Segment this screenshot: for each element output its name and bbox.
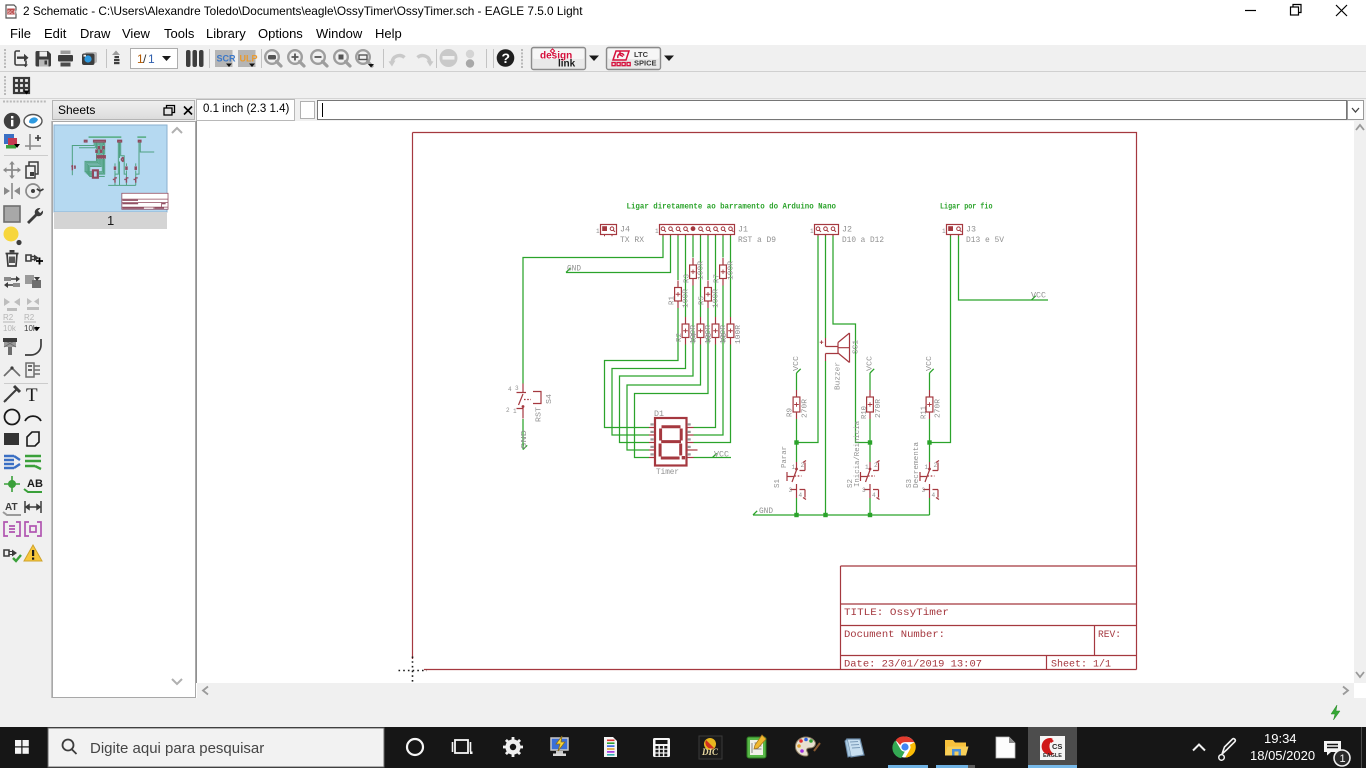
svg-text:100R: 100R bbox=[727, 260, 735, 280]
svg-text:D10 a D12: D10 a D12 bbox=[842, 236, 884, 245]
svg-text:ULP: ULP bbox=[240, 54, 258, 64]
svg-text:R2: R2 bbox=[3, 313, 14, 322]
svg-text:100R: 100R bbox=[735, 324, 743, 344]
svg-text:GND: GND bbox=[567, 265, 581, 274]
svg-text:RST: RST bbox=[536, 407, 544, 422]
svg-text:R2: R2 bbox=[676, 333, 684, 342]
svg-text:4: 4 bbox=[799, 492, 803, 499]
svg-text:VCC: VCC bbox=[867, 356, 875, 371]
svg-text:2: 2 bbox=[874, 462, 878, 469]
svg-text:RST a D9: RST a D9 bbox=[738, 236, 776, 245]
svg-text:R8: R8 bbox=[721, 333, 729, 342]
svg-text:SG1: SG1 bbox=[853, 340, 861, 354]
svg-text:D1: D1 bbox=[654, 410, 664, 419]
svg-text:SCR: SCR bbox=[217, 54, 237, 64]
svg-text:1: 1 bbox=[513, 408, 517, 415]
svg-text:100R: 100R bbox=[697, 260, 705, 280]
svg-text:?: ? bbox=[502, 50, 511, 66]
svg-text:R9: R9 bbox=[787, 408, 795, 417]
svg-text:3: 3 bbox=[862, 487, 866, 494]
svg-text:VCC: VCC bbox=[926, 356, 934, 371]
svg-text:Document Number:: Document Number: bbox=[844, 629, 945, 641]
svg-text:270R: 270R bbox=[875, 398, 883, 418]
svg-text:J3: J3 bbox=[966, 226, 976, 235]
svg-text:18/05/2020: 18/05/2020 bbox=[1250, 748, 1315, 763]
svg-text:Ligar diretamente ao barrament: Ligar diretamente ao barramento do Ardui… bbox=[627, 203, 837, 212]
svg-text:VCC: VCC bbox=[793, 356, 801, 371]
svg-text:Date: 23/01/2019 13:07: Date: 23/01/2019 13:07 bbox=[844, 659, 982, 671]
svg-text:Decrementa: Decrementa bbox=[913, 442, 921, 488]
svg-text:4: 4 bbox=[508, 386, 512, 393]
svg-text:R7: R7 bbox=[713, 274, 721, 283]
svg-text:R2: R2 bbox=[24, 313, 35, 322]
svg-text:Timer: Timer bbox=[656, 468, 679, 477]
svg-text:GND: GND bbox=[759, 507, 773, 516]
svg-text:1: 1 bbox=[810, 228, 814, 235]
svg-text:TX RX: TX RX bbox=[620, 236, 644, 245]
svg-text:1: 1 bbox=[655, 228, 659, 235]
svg-text:DIC: DIC bbox=[701, 747, 719, 757]
svg-text:1: 1 bbox=[925, 464, 929, 471]
svg-text:S1: S1 bbox=[774, 479, 782, 488]
svg-text:10k: 10k bbox=[3, 324, 17, 333]
svg-text:REV:: REV: bbox=[1098, 629, 1121, 641]
svg-text:CS: CS bbox=[1052, 742, 1062, 751]
svg-text:4: 4 bbox=[872, 492, 876, 499]
svg-text:1: 1 bbox=[596, 228, 600, 235]
svg-text:R4: R4 bbox=[691, 333, 699, 342]
svg-text:100R: 100R bbox=[712, 288, 720, 308]
svg-text:R6: R6 bbox=[706, 333, 714, 342]
svg-text:VCC: VCC bbox=[1031, 292, 1046, 301]
svg-text:EAGLE: EAGLE bbox=[1043, 753, 1062, 759]
svg-text:1: 1 bbox=[1340, 753, 1346, 765]
svg-text:R10: R10 bbox=[861, 406, 869, 419]
svg-text:J4: J4 bbox=[620, 226, 630, 235]
svg-text:4: 4 bbox=[932, 492, 936, 499]
svg-text:3: 3 bbox=[922, 487, 926, 494]
svg-text:R1: R1 bbox=[668, 296, 676, 305]
svg-text:SPICE: SPICE bbox=[634, 59, 657, 68]
svg-text:Buzzer: Buzzer bbox=[835, 362, 843, 390]
svg-text:2: 2 bbox=[506, 407, 510, 414]
svg-text:AB: AB bbox=[27, 478, 43, 490]
svg-text:SCH: SCH bbox=[7, 10, 17, 15]
svg-text:19:34: 19:34 bbox=[1264, 731, 1297, 746]
svg-text:270R: 270R bbox=[802, 398, 810, 418]
svg-text:T: T bbox=[26, 385, 38, 406]
svg-text:AT: AT bbox=[5, 502, 18, 513]
svg-text:S4: S4 bbox=[546, 394, 554, 404]
svg-text:R11: R11 bbox=[921, 406, 929, 419]
svg-text:R5: R5 bbox=[698, 296, 706, 305]
svg-text:3: 3 bbox=[789, 487, 793, 494]
svg-text:link: link bbox=[558, 59, 576, 70]
svg-text:Parar: Parar bbox=[781, 446, 789, 468]
svg-text:Digite aqui para pesquisar: Digite aqui para pesquisar bbox=[90, 740, 264, 757]
svg-text:D13 e 5V: D13 e 5V bbox=[966, 236, 1004, 245]
svg-text:VCC: VCC bbox=[714, 451, 729, 460]
svg-text:GND: GND bbox=[521, 430, 529, 449]
svg-text:2: 2 bbox=[934, 462, 938, 469]
svg-text:3: 3 bbox=[515, 385, 519, 392]
svg-text:TITLE: OssyTimer: TITLE: OssyTimer bbox=[844, 607, 949, 619]
svg-text:2: 2 bbox=[801, 462, 805, 469]
svg-text:1: 1 bbox=[792, 464, 796, 471]
svg-text:1: 1 bbox=[107, 213, 114, 228]
svg-text:Ligar por fio: Ligar por fio bbox=[940, 203, 993, 212]
svg-text:1: 1 bbox=[865, 464, 869, 471]
svg-text:270R: 270R bbox=[935, 398, 943, 418]
svg-text:R3: R3 bbox=[683, 274, 691, 283]
svg-text:1: 1 bbox=[148, 52, 155, 66]
svg-text:J1: J1 bbox=[738, 226, 748, 235]
svg-text:Inicia/Reinicia: Inicia/Reinicia bbox=[854, 421, 862, 487]
svg-text:1: 1 bbox=[942, 228, 946, 235]
svg-text:100R: 100R bbox=[682, 288, 690, 308]
svg-text:Sheet: 1/1: Sheet: 1/1 bbox=[1051, 659, 1111, 671]
svg-text:J2: J2 bbox=[842, 226, 852, 235]
